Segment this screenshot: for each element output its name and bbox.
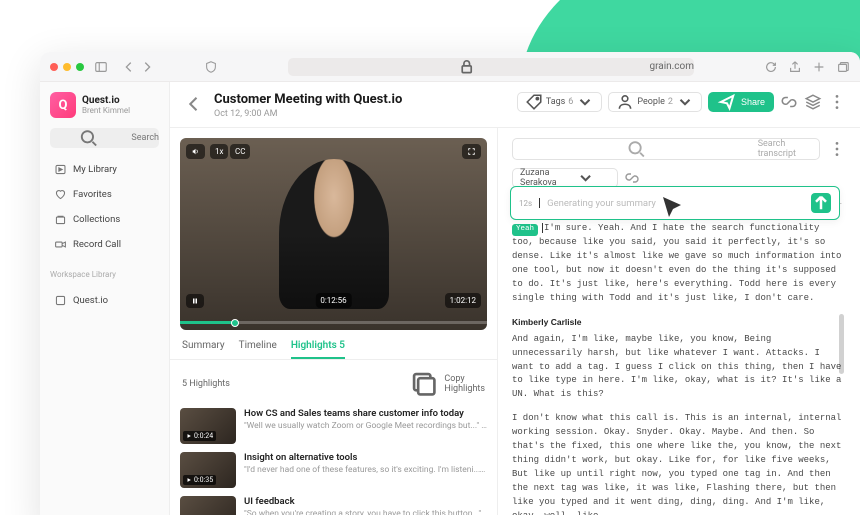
search-icon: [50, 128, 127, 148]
new-tab-icon[interactable]: [812, 60, 826, 74]
video-tabs: Summary Timeline Highlights 5: [170, 330, 497, 360]
highlight-thumb: 0:0:43: [180, 496, 236, 515]
library-icon: [54, 163, 67, 176]
highlight-item[interactable]: 0:0:24 How CS and Sales teams share cust…: [180, 408, 487, 444]
browser-titlebar: grain.com: [40, 52, 860, 82]
cc-button[interactable]: CC: [230, 144, 250, 159]
url-bar[interactable]: grain.com: [288, 58, 694, 76]
chevron-down-icon: [676, 93, 694, 111]
workspace-header[interactable]: Q Quest.io Brent Kimmel: [50, 92, 159, 118]
workspace-logo: Q: [50, 92, 76, 118]
sidebar-search[interactable]: Search: [50, 128, 159, 148]
tags-chip[interactable]: Tags 6: [517, 92, 603, 112]
transcript-more-button[interactable]: [828, 140, 846, 158]
tab-summary[interactable]: Summary: [182, 340, 225, 359]
highlight-item[interactable]: 0:0:43 UI feedback"So when you're creati…: [180, 496, 487, 515]
record-icon: [54, 238, 67, 251]
maximize-window-icon[interactable]: [76, 63, 84, 71]
mouse-cursor-icon: [509, 193, 837, 225]
workspace-user: Brent Kimmel: [82, 106, 130, 115]
video-player[interactable]: 1x CC 0:12:56 1:02:12: [180, 138, 487, 330]
transcript-body[interactable]: This is who's in it. Okay. So Todd. It w…: [512, 194, 846, 515]
minimize-window-icon[interactable]: [63, 63, 71, 71]
sidebar: Q Quest.io Brent Kimmel Search My Librar…: [40, 82, 170, 515]
speaker-selector[interactable]: Zuzana Serakova: [512, 168, 618, 188]
speaker-link-button[interactable]: [624, 170, 640, 186]
speaker-name: Kimberly Carlisle: [512, 316, 846, 329]
play-pause-button[interactable]: [186, 294, 204, 308]
highlights-count-label: 5 Highlights: [182, 379, 230, 389]
people-icon: [616, 93, 634, 111]
lock-icon: [288, 58, 645, 76]
video-progress[interactable]: [180, 316, 487, 330]
workspace-name: Quest.io: [82, 95, 130, 106]
highlight-thumb: 0:0:24: [180, 408, 236, 444]
video-column: 1x CC 0:12:56 1:02:12 Summary: [170, 128, 498, 515]
tab-timeline[interactable]: Timeline: [239, 340, 277, 359]
layers-button[interactable]: [804, 93, 822, 111]
page-header: Customer Meeting with Quest.io Oct 12, 9…: [170, 82, 860, 128]
sidebar-item-collections[interactable]: Collections: [50, 208, 159, 231]
app-window: grain.com Q Quest.io Brent Kimmel Search: [40, 52, 860, 515]
tag-icon: [525, 93, 543, 111]
sidebar-item-workspace[interactable]: Quest.io: [50, 289, 159, 312]
workspace-icon: [54, 294, 67, 307]
shield-icon[interactable]: [204, 60, 218, 74]
tag-badge[interactable]: Yeah: [512, 224, 538, 236]
mute-button[interactable]: [186, 144, 205, 159]
tabs-icon[interactable]: [836, 60, 850, 74]
share-arrow-icon: [717, 92, 737, 112]
more-button[interactable]: [828, 93, 846, 111]
heart-icon: [54, 188, 67, 201]
chevron-down-icon: [561, 169, 610, 187]
sidebar-item-record[interactable]: Record Call: [50, 233, 159, 256]
url-host: grain.com: [649, 61, 694, 72]
link-button[interactable]: [780, 93, 798, 111]
sidebar-toggle-icon[interactable]: [94, 60, 108, 74]
summary-input-box[interactable]: 12s Generating your summary: [510, 186, 840, 220]
time-current: 0:12:56: [315, 293, 351, 308]
window-controls[interactable]: [50, 63, 84, 71]
share-icon[interactable]: [788, 60, 802, 74]
speed-button[interactable]: 1x: [210, 144, 228, 159]
search-icon: [520, 139, 753, 159]
page-subtitle: Oct 12, 9:00 AM: [214, 109, 402, 119]
copy-icon: [408, 368, 441, 401]
sidebar-item-favorites[interactable]: Favorites: [50, 183, 159, 206]
transcript-search[interactable]: Search transcript: [512, 138, 820, 160]
play-icon: [186, 477, 192, 483]
copy-highlights-button[interactable]: Copy Highlights: [408, 368, 485, 401]
transcript-column: Search transcript Zuzana Serakova: [498, 128, 860, 515]
collections-icon: [54, 213, 67, 226]
close-window-icon[interactable]: [50, 63, 58, 71]
nav-back-icon[interactable]: [122, 60, 136, 74]
highlights-list: 0:0:24 How CS and Sales teams share cust…: [170, 408, 497, 515]
fullscreen-button[interactable]: [462, 144, 481, 159]
people-chip[interactable]: People 2: [608, 92, 702, 112]
refresh-icon[interactable]: [764, 60, 778, 74]
back-button[interactable]: [184, 94, 204, 114]
tab-highlights[interactable]: Highlights 5: [291, 340, 345, 359]
page-title: Customer Meeting with Quest.io: [214, 92, 402, 107]
play-icon: [186, 433, 192, 439]
highlight-item[interactable]: 0:0:35 Insight on alternative tools"I'd …: [180, 452, 487, 488]
sidebar-item-library[interactable]: My Library: [50, 158, 159, 181]
share-button[interactable]: Share: [708, 92, 774, 112]
time-total: 1:02:12: [445, 293, 481, 308]
sidebar-section-label: Workspace Library: [50, 270, 159, 279]
chevron-down-icon: [576, 93, 594, 111]
highlight-thumb: 0:0:35: [180, 452, 236, 488]
nav-forward-icon[interactable]: [140, 60, 154, 74]
scrollbar[interactable]: [839, 314, 844, 374]
